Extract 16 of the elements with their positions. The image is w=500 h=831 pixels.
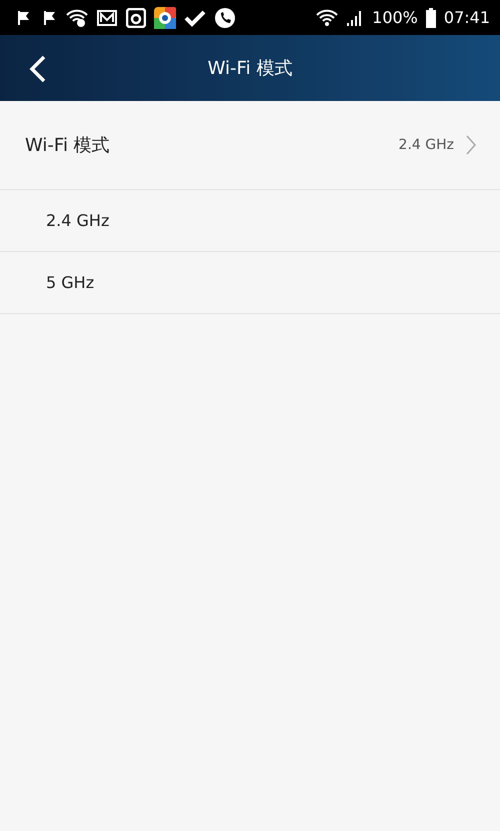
battery-percent: 100% bbox=[372, 8, 418, 27]
option-item[interactable]: 5 GHz bbox=[0, 252, 500, 314]
clock: 07:41 bbox=[444, 8, 490, 27]
mail-icon bbox=[96, 8, 118, 26]
page-title: Wi-Fi 模式 bbox=[206, 57, 294, 80]
setting-row[interactable]: Wi-Fi 模式 2.4 GHz bbox=[0, 101, 500, 190]
back-icon[interactable] bbox=[28, 55, 48, 83]
wifi-icon bbox=[66, 8, 88, 26]
battery-icon bbox=[426, 8, 436, 28]
option-item[interactable]: 2.4 GHz bbox=[0, 190, 500, 252]
chevron-icon bbox=[466, 135, 476, 155]
phone-icon bbox=[214, 6, 236, 28]
wifi-icon bbox=[316, 8, 338, 26]
camera-app-icon bbox=[154, 6, 176, 28]
camera-icon bbox=[126, 8, 146, 28]
check-icon bbox=[184, 8, 206, 26]
